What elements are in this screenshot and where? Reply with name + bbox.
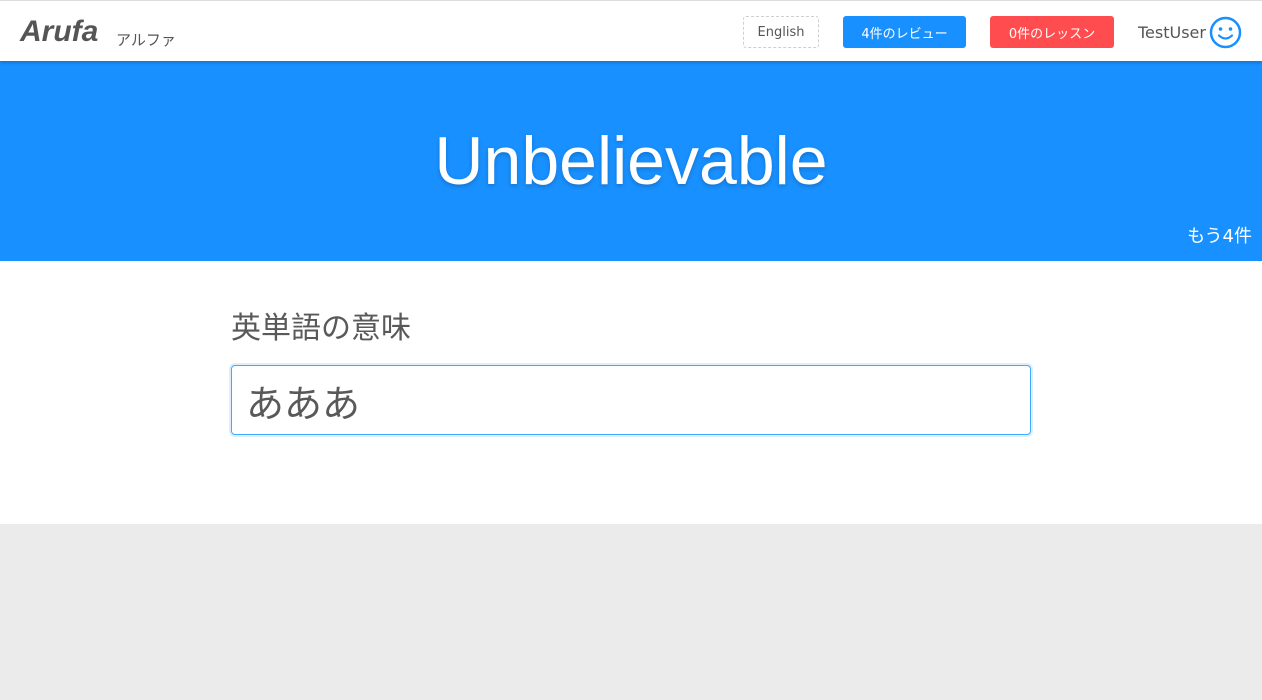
question-prompt: 英単語の意味 (231, 311, 411, 346)
quiz-word: Unbelievable (434, 123, 828, 199)
language-button[interactable]: English (743, 16, 819, 48)
app-logo-subtitle: アルファ (116, 31, 176, 49)
top-navbar: Arufa アルファ English 4件のレビュー 0件のレッスン TestU… (0, 0, 1262, 61)
remaining-count: もう4件 (1187, 226, 1252, 247)
app-logo[interactable]: Arufa (20, 15, 98, 49)
lessons-button[interactable]: 0件のレッスン (990, 16, 1114, 48)
answer-input[interactable] (231, 365, 1031, 435)
username[interactable]: TestUser (1138, 23, 1206, 43)
reviews-button[interactable]: 4件のレビュー (843, 16, 966, 48)
word-banner: Unbelievable もう4件 (0, 61, 1262, 261)
quiz-panel: 英単語の意味 (0, 261, 1262, 524)
smiley-face-icon[interactable] (1209, 16, 1242, 49)
